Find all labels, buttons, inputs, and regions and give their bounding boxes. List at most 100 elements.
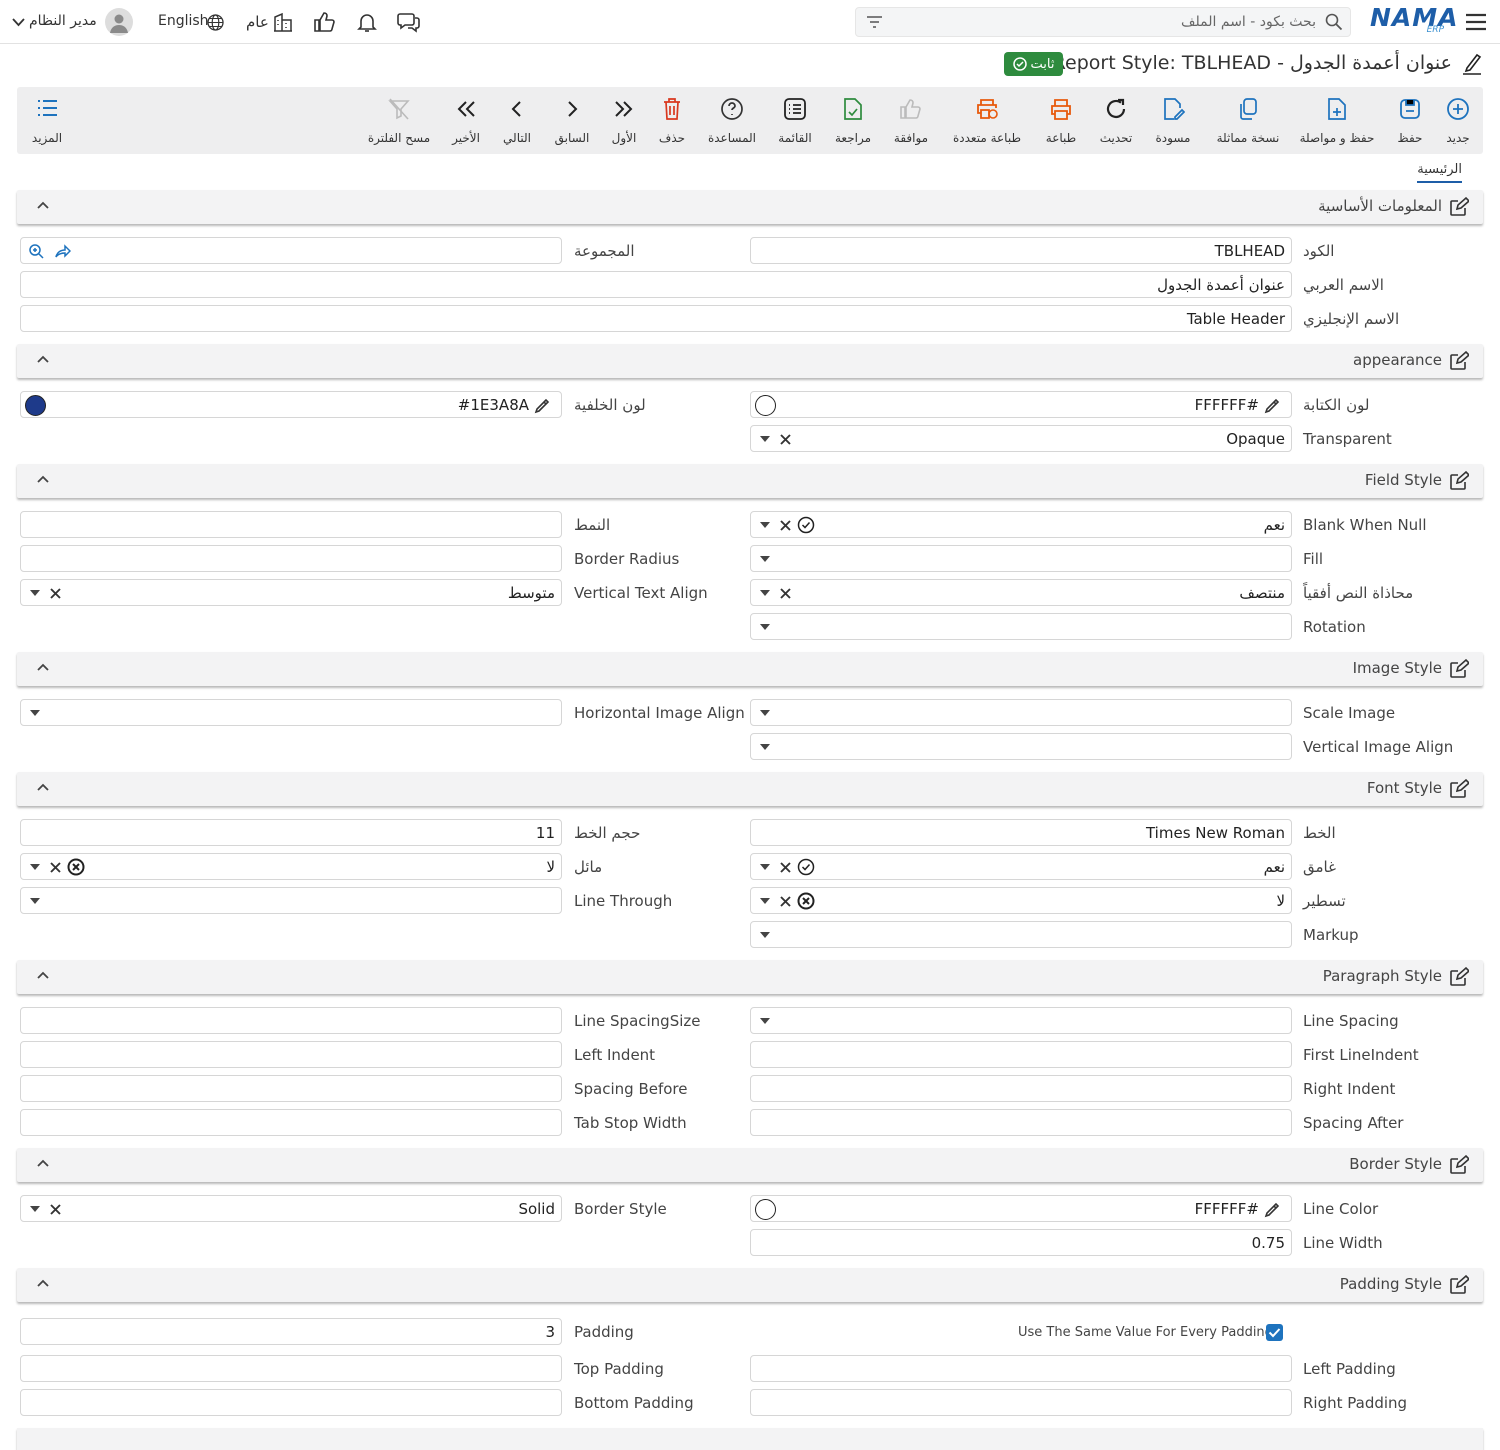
line-through-field[interactable] bbox=[20, 887, 562, 914]
spacing-after-field[interactable] bbox=[750, 1109, 1292, 1136]
edit-icon[interactable] bbox=[1449, 779, 1469, 799]
chevron-up-icon[interactable] bbox=[35, 780, 51, 796]
next-button[interactable]: التالي bbox=[499, 87, 535, 154]
thumbs-up-icon[interactable] bbox=[312, 10, 338, 34]
edit-icon[interactable] bbox=[1449, 967, 1469, 987]
first-line-indent-field[interactable] bbox=[750, 1041, 1292, 1068]
caret-down-icon[interactable] bbox=[759, 1015, 771, 1027]
color-picker-icon[interactable] bbox=[1263, 1201, 1281, 1219]
border-radius-field[interactable] bbox=[20, 545, 562, 572]
group-field[interactable] bbox=[20, 237, 562, 264]
clear-icon[interactable] bbox=[49, 861, 61, 873]
chevron-up-icon[interactable] bbox=[35, 1276, 51, 1292]
refresh-button[interactable]: تحديث bbox=[1096, 87, 1136, 154]
edit-icon[interactable] bbox=[1449, 351, 1469, 371]
line-spacing-field[interactable] bbox=[750, 1007, 1292, 1034]
v-text-align-field[interactable]: متوسط bbox=[20, 579, 562, 606]
search-plus-icon[interactable] bbox=[27, 242, 45, 260]
chevron-down-icon[interactable] bbox=[10, 15, 26, 29]
filter-icon[interactable] bbox=[864, 13, 884, 31]
user-name[interactable]: مدير النظام bbox=[29, 13, 97, 29]
caret-down-icon[interactable] bbox=[29, 861, 41, 873]
copy-button[interactable]: نسخة مماثلة bbox=[1213, 87, 1283, 154]
code-field[interactable]: TBLHEAD bbox=[750, 237, 1292, 264]
tab-main[interactable]: الرئيسية bbox=[1417, 162, 1462, 183]
search-input[interactable] bbox=[896, 11, 1316, 33]
left-indent-field[interactable] bbox=[20, 1041, 562, 1068]
clear-icon[interactable] bbox=[779, 861, 791, 873]
color-swatch[interactable] bbox=[755, 395, 776, 416]
padding-field[interactable]: 3 bbox=[20, 1318, 562, 1345]
markup-field[interactable] bbox=[750, 921, 1292, 948]
scale-image-field[interactable] bbox=[750, 699, 1292, 726]
caret-down-icon[interactable] bbox=[759, 929, 771, 941]
color-swatch[interactable] bbox=[755, 1199, 776, 1220]
bell-icon[interactable] bbox=[355, 10, 379, 34]
blank-when-null-field[interactable]: نعم bbox=[750, 511, 1292, 538]
caret-down-icon[interactable] bbox=[29, 895, 41, 907]
bottom-padding-field[interactable] bbox=[20, 1389, 562, 1416]
clear-icon[interactable] bbox=[779, 519, 791, 531]
search-icon[interactable] bbox=[1324, 12, 1344, 32]
caret-down-icon[interactable] bbox=[759, 621, 771, 633]
caret-down-icon[interactable] bbox=[759, 741, 771, 753]
clear-icon[interactable] bbox=[779, 433, 791, 445]
border-style-field[interactable]: Solid bbox=[20, 1195, 562, 1222]
last-button[interactable]: الأخير bbox=[449, 87, 483, 154]
list-button[interactable]: القائمة bbox=[775, 87, 815, 154]
clear-icon[interactable] bbox=[49, 1203, 61, 1215]
v-image-align-field[interactable] bbox=[750, 733, 1292, 760]
underline-field[interactable]: لا bbox=[750, 887, 1292, 914]
fill-field[interactable] bbox=[750, 545, 1292, 572]
right-indent-field[interactable] bbox=[750, 1075, 1292, 1102]
color-picker-icon[interactable] bbox=[533, 397, 551, 415]
line-width-field[interactable]: 0.75 bbox=[750, 1229, 1292, 1256]
language-switch[interactable]: English bbox=[158, 13, 209, 29]
italic-field[interactable]: لا bbox=[20, 853, 562, 880]
print-button[interactable]: طباعة bbox=[1041, 87, 1081, 154]
font-size-field[interactable]: 11 bbox=[20, 819, 562, 846]
chevron-up-icon[interactable] bbox=[35, 352, 51, 368]
approve-button[interactable]: موافقة bbox=[890, 87, 932, 154]
back-color-field[interactable]: #1E3A8A bbox=[20, 391, 562, 418]
draft-button[interactable]: مسودة bbox=[1151, 87, 1195, 154]
font-field[interactable]: Times New Roman bbox=[750, 819, 1292, 846]
save-continue-button[interactable]: حفظ و مواصلة bbox=[1297, 87, 1377, 154]
same-padding-checkbox[interactable] bbox=[1266, 1324, 1283, 1341]
arabic-name-field[interactable]: عنوان أعمدة الجدول bbox=[20, 271, 1292, 298]
transparent-field[interactable]: Opaque bbox=[750, 425, 1292, 452]
building-icon[interactable] bbox=[272, 11, 294, 33]
caret-down-icon[interactable] bbox=[29, 707, 41, 719]
chevron-up-icon[interactable] bbox=[35, 472, 51, 488]
help-button[interactable]: المساعدة bbox=[705, 87, 759, 154]
caret-down-icon[interactable] bbox=[759, 553, 771, 565]
first-button[interactable]: الأول bbox=[607, 87, 641, 154]
edit-icon[interactable] bbox=[1449, 197, 1469, 217]
caret-down-icon[interactable] bbox=[759, 861, 771, 873]
chat-icon[interactable] bbox=[396, 10, 422, 34]
h-image-align-field[interactable] bbox=[20, 699, 562, 726]
english-name-field[interactable]: Table Header bbox=[20, 305, 1292, 332]
share-icon[interactable] bbox=[53, 242, 71, 260]
top-padding-field[interactable] bbox=[20, 1355, 562, 1382]
tab-stop-width-field[interactable] bbox=[20, 1109, 562, 1136]
caret-down-icon[interactable] bbox=[759, 433, 771, 445]
bold-field[interactable]: نعم bbox=[750, 853, 1292, 880]
branch-label[interactable]: عام bbox=[246, 13, 269, 31]
edit-icon[interactable] bbox=[1449, 659, 1469, 679]
color-picker-icon[interactable] bbox=[1263, 397, 1281, 415]
clear-icon[interactable] bbox=[49, 587, 61, 599]
clear-filter-button[interactable]: مسح الفلترة bbox=[367, 87, 431, 154]
color-swatch[interactable] bbox=[25, 395, 46, 416]
rotation-field[interactable] bbox=[750, 613, 1292, 640]
pattern-field[interactable] bbox=[20, 511, 562, 538]
globe-icon[interactable] bbox=[206, 13, 224, 31]
edit-icon[interactable] bbox=[1449, 1155, 1469, 1175]
left-padding-field[interactable] bbox=[750, 1355, 1292, 1382]
multi-print-button[interactable]: طباعة متعددة bbox=[945, 87, 1029, 154]
edit-icon[interactable] bbox=[1449, 1275, 1469, 1295]
caret-down-icon[interactable] bbox=[29, 587, 41, 599]
chevron-up-icon[interactable] bbox=[35, 660, 51, 676]
edit-icon[interactable] bbox=[1449, 471, 1469, 491]
delete-button[interactable]: حذف bbox=[655, 87, 689, 154]
